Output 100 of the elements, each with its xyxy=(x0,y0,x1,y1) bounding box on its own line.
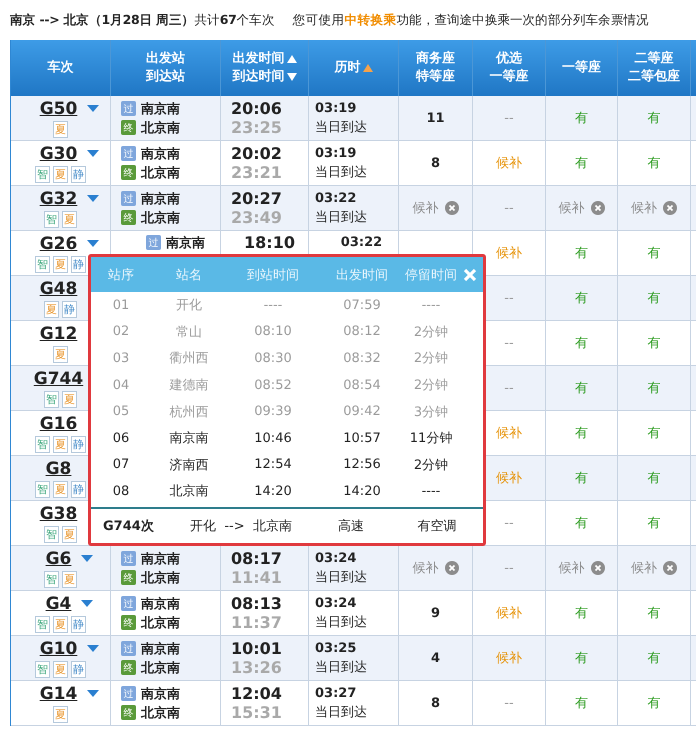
arrival-day: 当日到达 xyxy=(309,613,398,632)
air-conditioning: 有空调 xyxy=(416,518,458,535)
train-number-link[interactable]: G12 xyxy=(40,324,78,344)
caret-icon[interactable] xyxy=(81,555,94,562)
train-number-link[interactable]: G48 xyxy=(40,278,78,298)
departure-time: 20:02 xyxy=(231,144,283,163)
stop-duration: ---- xyxy=(420,298,442,313)
seat-availability: 有 xyxy=(648,110,660,127)
train-number-link[interactable]: G30 xyxy=(40,144,78,164)
stop-departure-time: 09:42 xyxy=(342,404,382,420)
stop-arrival-time: 09:39 xyxy=(253,404,293,420)
arrival-day: 当日到达 xyxy=(309,163,398,182)
popup-column-header: 停留时间 xyxy=(405,266,457,284)
seat-availability: 有 xyxy=(575,110,588,127)
column-header: 出发站 xyxy=(146,50,185,68)
terminal-station-icon: 终 xyxy=(121,210,136,225)
train-feature-tag: 夏 xyxy=(62,390,77,408)
column-header: 车次 xyxy=(48,59,74,77)
stop-duration: ---- xyxy=(420,484,442,499)
caret-icon[interactable] xyxy=(87,195,100,202)
caret-icon[interactable] xyxy=(87,105,100,112)
caret-icon[interactable] xyxy=(81,600,94,607)
arrival-day: 当日到达 xyxy=(309,118,398,137)
column-header: 二等座 xyxy=(634,50,674,68)
train-feature-tag: 智 xyxy=(35,480,50,498)
stop-departure-time: 12:56 xyxy=(342,457,382,472)
seat-availability: 候补 xyxy=(631,200,657,217)
close-icon[interactable] xyxy=(463,268,477,282)
stop-duration: 2分钟 xyxy=(412,350,450,368)
column-header: 优选 xyxy=(496,50,522,68)
train-number-link[interactable]: G16 xyxy=(40,414,78,434)
seat-availability: 有 xyxy=(648,470,660,487)
seat-availability: 有 xyxy=(648,335,660,352)
duration: 03:24 xyxy=(314,550,358,568)
sort-up-icon[interactable] xyxy=(286,55,296,63)
departure-station: 南京南 xyxy=(141,550,180,568)
train-number-link[interactable]: G10 xyxy=(40,638,78,658)
stop-arrival-time: 08:52 xyxy=(253,378,293,393)
arrival-time: 13:26 xyxy=(231,658,283,677)
train-number-link[interactable]: G4 xyxy=(46,594,72,614)
duration: 03:19 xyxy=(314,100,358,118)
seat-availability: 有 xyxy=(575,290,588,307)
train-feature-tag: 夏 xyxy=(53,436,68,452)
seat-availability: 候补 xyxy=(496,245,522,262)
train-number-link[interactable]: G744 xyxy=(34,368,84,388)
seat-availability: 有 xyxy=(575,425,588,442)
train-feature-tag: 夏 xyxy=(53,346,68,362)
train-feature-tag: 智 xyxy=(44,526,59,542)
caret-icon[interactable] xyxy=(87,240,100,247)
train-number-link[interactable]: G26 xyxy=(40,234,78,254)
seat-availability: 候补 xyxy=(631,560,657,577)
arrival-day: 当日到达 xyxy=(309,658,398,677)
column-header[interactable]: 到达时间 xyxy=(232,68,296,86)
departure-time: 18:10 xyxy=(244,233,295,252)
train-feature-tag: 夏 xyxy=(53,256,68,272)
arrival-station: 北京南 xyxy=(141,660,180,676)
seat-availability: -- xyxy=(504,380,514,396)
column-header[interactable]: 历时 xyxy=(334,59,372,77)
popup-column-header: 站序 xyxy=(107,266,135,284)
stop-number: 04 xyxy=(112,378,130,393)
train-feature-tag: 夏 xyxy=(53,480,68,498)
sort-down-icon[interactable] xyxy=(286,73,296,81)
train-feature-tag: 智 xyxy=(44,390,59,408)
seat-availability: 有 xyxy=(648,380,660,397)
seat-availability: 有 xyxy=(648,290,660,307)
seat-availability: 有 xyxy=(648,695,660,712)
seat-availability: 8 xyxy=(430,696,440,710)
train-number-link[interactable]: G38 xyxy=(40,504,78,524)
duration: 03:25 xyxy=(314,640,358,658)
stop-arrival-time: 14:20 xyxy=(253,484,293,499)
seat-availability: 有 xyxy=(648,605,660,622)
train-number-link[interactable]: G6 xyxy=(46,548,72,568)
caret-icon[interactable] xyxy=(87,645,100,652)
train-feature-tag: 智 xyxy=(35,436,50,452)
train-feature-tag: 夏 xyxy=(53,706,68,722)
train-feature-tag: 智 xyxy=(35,616,50,632)
seat-availability: 有 xyxy=(648,245,660,262)
train-feature-tag: 夏 xyxy=(62,210,77,228)
train-number-link[interactable]: G32 xyxy=(40,188,78,208)
seat-availability: 有 xyxy=(648,425,660,442)
stop-arrival-time: ---- xyxy=(262,298,284,313)
train-feature-tag: 静 xyxy=(71,616,86,632)
stop-number: 05 xyxy=(112,404,130,420)
train-number-link[interactable]: G8 xyxy=(46,458,72,478)
close-circle-icon xyxy=(663,561,677,575)
departure-station: 南京南 xyxy=(141,190,180,208)
arrival-time: 11:37 xyxy=(231,613,283,632)
caret-icon[interactable] xyxy=(87,690,100,697)
departure-station: 南京南 xyxy=(141,640,180,658)
close-circle-icon xyxy=(444,561,458,575)
duration: 03:24 xyxy=(314,595,358,613)
terminal-station-icon: 终 xyxy=(121,165,136,180)
train-number-link[interactable]: G50 xyxy=(40,98,78,118)
arrival-time: 11:41 xyxy=(231,568,283,587)
arrival-station: 北京南 xyxy=(141,570,180,586)
train-number-link[interactable]: G14 xyxy=(40,684,78,704)
seat-availability: 有 xyxy=(575,650,588,667)
caret-icon[interactable] xyxy=(87,150,100,157)
pass-station-icon: 过 xyxy=(121,551,136,566)
departure-time: 20:06 xyxy=(231,99,283,118)
